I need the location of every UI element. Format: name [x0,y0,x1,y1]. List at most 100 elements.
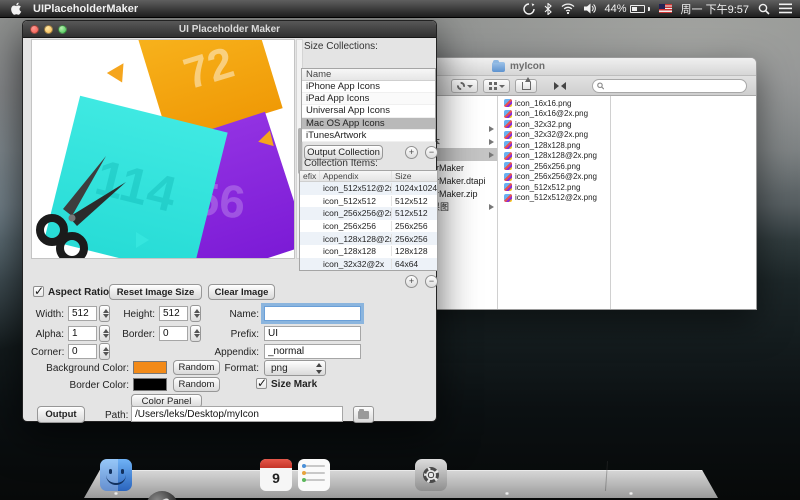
add-collection-button[interactable]: + [405,146,418,159]
file-row[interactable]: icon_16x16.png [498,98,610,109]
random-border-button[interactable]: Random [173,377,220,392]
file-row[interactable]: icon_16x16@2x.png [498,109,610,120]
menu-app-name[interactable]: UIPlaceholderMaker [33,3,138,15]
border-field[interactable] [159,326,188,341]
file-row[interactable]: icon_512x512@2x.png [498,193,610,204]
disclosure-arrow-icon [489,139,494,145]
file-row[interactable]: icon_512x512.png [498,182,610,193]
grid-icon [489,82,497,90]
prefix-column-header[interactable]: efix [300,171,320,181]
png-file-icon [504,152,512,160]
appendix-cell: icon_32x32@2x [320,259,392,269]
format-popup[interactable]: png [264,360,326,376]
arrange-button[interactable] [483,79,510,93]
table-row[interactable]: icon_256x256@2x 512x512 [300,207,437,220]
png-file-icon [504,194,512,202]
appendix-column-header[interactable]: Appendix [320,171,392,181]
volume-icon[interactable] [584,3,596,14]
prefix-field[interactable] [264,326,361,341]
border-stepper[interactable] [190,325,201,342]
alpha-stepper[interactable] [99,325,110,342]
width-field[interactable] [68,306,97,321]
name-column-header[interactable]: Name [302,69,435,81]
file-row[interactable]: icon_128x128@2x.png [498,151,610,162]
file-row[interactable]: icon_32x32.png [498,119,610,130]
table-row[interactable]: icon_128x128@2x 256x256 [300,232,437,245]
zoom-button[interactable] [58,25,67,34]
input-source-flag-icon[interactable] [659,4,672,13]
file-name: icon_128x128.png [515,141,580,150]
dock-system-preferences-icon[interactable] [415,459,447,491]
size-collection-item[interactable]: Universal App Icons [302,105,435,117]
collection-items-table: efix Appendix Size icon_512x512@2x 1024x… [299,170,438,271]
background-color-swatch[interactable] [133,361,167,374]
finder-search-field[interactable] [592,79,747,93]
height-label: Height: [117,309,155,320]
aspect-ratio-checkbox[interactable] [33,286,44,297]
battery-indicator[interactable]: 44% [605,3,650,15]
orange-triangle [107,59,131,83]
file-name: icon_16x16.png [515,99,572,108]
add-item-button[interactable]: + [405,275,418,288]
corner-field[interactable] [68,344,97,359]
remove-collection-button[interactable]: − [425,146,438,159]
file-row[interactable]: icon_32x32@2x.png [498,130,610,141]
apple-menu-icon[interactable] [10,2,23,16]
random-background-button[interactable]: Random [173,360,220,375]
table-row[interactable]: icon_128x128 128x128 [300,245,437,258]
file-name: icon_512x512@2x.png [515,193,597,202]
height-field[interactable] [159,306,188,321]
finder-column-empty [611,96,756,309]
size-cell: 1024x1024 [392,183,437,193]
spotlight-icon[interactable] [758,3,770,15]
file-row[interactable]: icon_128x128.png [498,140,610,151]
width-stepper[interactable] [99,305,110,322]
table-row[interactable]: icon_256x256 256x256 [300,220,437,233]
app-title-bar[interactable]: UI Placeholder Maker [23,21,436,38]
size-collection-item[interactable]: iPad App Icons [302,93,435,105]
corner-stepper[interactable] [99,343,110,360]
size-mark-checkbox[interactable] [256,378,267,389]
dock-calendar-icon[interactable]: 9 [260,459,292,491]
wifi-icon[interactable] [561,3,575,14]
table-row[interactable]: icon_512x512@2x 1024x1024 [300,182,437,195]
search-input[interactable] [607,81,742,91]
size-cell: 64x64 [392,259,437,269]
remove-item-button[interactable]: − [425,275,438,288]
height-stepper[interactable] [190,305,201,322]
share-button[interactable] [515,79,537,93]
collapse-arrows-button[interactable] [547,79,573,93]
search-icon [597,82,604,90]
orange-square-number: 72 [178,39,239,100]
dock-finder-icon[interactable] [100,459,132,491]
size-collection-item[interactable]: iTunesArtwork [302,130,435,142]
bluetooth-icon[interactable] [544,3,552,15]
time-machine-icon[interactable] [523,3,535,15]
output-button[interactable]: Output [37,406,85,423]
minimize-button[interactable] [44,25,53,34]
disclosure-arrow-icon [489,152,494,158]
menu-clock[interactable]: 周一 下午9:57 [681,1,749,17]
appendix-field[interactable] [264,344,361,359]
collection-items-header: efix Appendix Size [300,171,437,182]
border-color-swatch[interactable] [133,378,167,391]
table-row[interactable]: icon_512x512 512x512 [300,195,437,208]
notification-center-icon[interactable] [779,3,792,14]
path-field[interactable] [131,406,343,422]
image-preview-canvas[interactable]: 72 56 114 [31,39,295,259]
choose-path-button[interactable] [353,406,374,423]
size-collection-item[interactable]: Mac OS App Icons [302,118,435,130]
file-row[interactable]: icon_256x256.png [498,161,610,172]
dock-reminders-icon[interactable] [298,459,330,491]
size-collection-item[interactable]: iPhone App Icons [302,81,435,93]
clear-image-button[interactable]: Clear Image [208,284,275,300]
file-row[interactable]: icon_256x256@2x.png [498,172,610,183]
name-field[interactable] [264,306,361,321]
alpha-field[interactable] [68,326,97,341]
size-column-header[interactable]: Size [392,171,437,181]
file-name: icon_32x32@2x.png [515,130,588,139]
table-row[interactable]: icon_32x32@2x 64x64 [300,258,437,271]
action-gear-button[interactable] [451,79,478,93]
reset-image-size-button[interactable]: Reset Image Size [109,284,202,300]
close-button[interactable] [30,25,39,34]
